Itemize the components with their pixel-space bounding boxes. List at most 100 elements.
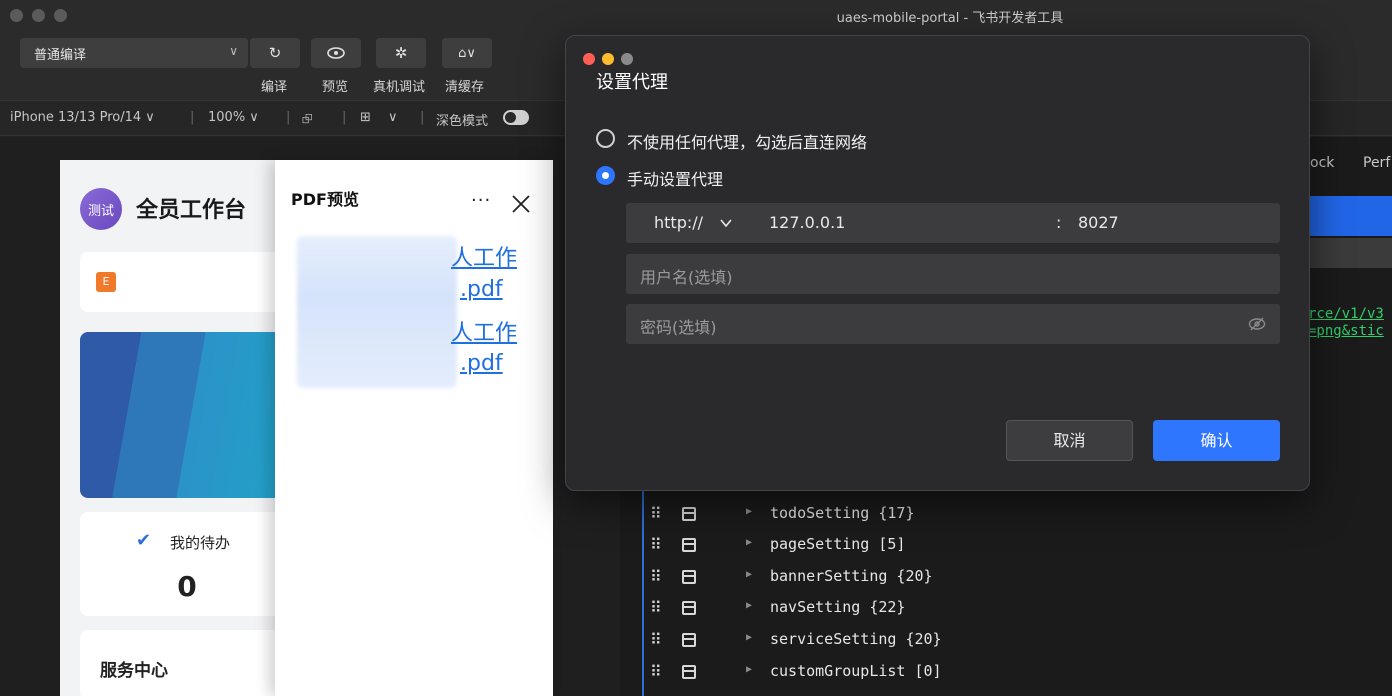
drag-handle-icon[interactable]: ⠿	[650, 567, 662, 586]
drag-handle-icon[interactable]: ⠿	[650, 598, 662, 617]
cancel-button[interactable]: 取消	[1006, 420, 1133, 461]
proxy-address-field: http:// 127.0.0.1 : 8027	[626, 203, 1280, 243]
dark-mode-toggle[interactable]	[503, 110, 529, 125]
page-title: 全员工作台	[136, 198, 247, 223]
tree-item-label: navSetting {22}	[770, 598, 906, 616]
eye-off-icon[interactable]	[1248, 316, 1266, 332]
selected-request-row[interactable]	[1308, 196, 1392, 236]
no-proxy-label[interactable]: 不使用任何代理，勾选后直连网络	[627, 129, 867, 153]
expand-arrow-icon[interactable]: ▶	[746, 569, 752, 580]
eye-icon	[327, 47, 345, 59]
bug-icon: ✲	[394, 44, 408, 62]
remote-debug-button[interactable]: ✲	[376, 38, 426, 68]
service-center-title: 服务中心	[100, 661, 168, 681]
tree-row[interactable]: ⠿ ▶ pageSetting [5]	[650, 535, 1150, 565]
object-icon	[682, 570, 696, 584]
pdf-link-1-line2[interactable]: .pdf	[460, 277, 520, 302]
refresh-icon: ↻	[268, 44, 282, 62]
tree-row[interactable]: ⠿ ▶ customGroupList [0]	[650, 662, 1150, 692]
tree-row[interactable]: ⠿ ▶ serviceSetting {20}	[650, 630, 1150, 660]
username-input[interactable]: 用户名(选填)	[626, 254, 1280, 294]
grid-icon[interactable]: ⊞	[360, 110, 371, 125]
tree-row[interactable]: ⠿ ▶ bannerSetting {20}	[650, 567, 1150, 597]
resource-url-link[interactable]: rce/v1/v3	[1308, 306, 1384, 322]
debug-label: 真机调试	[373, 80, 426, 95]
drag-handle-icon[interactable]: ⠿	[650, 662, 662, 681]
no-proxy-radio[interactable]	[596, 129, 615, 148]
manual-proxy-radio[interactable]	[596, 166, 615, 185]
drag-handle-icon[interactable]: ⠿	[650, 535, 662, 554]
username-placeholder: 用户名(选填)	[640, 268, 733, 287]
close-icon[interactable]	[509, 192, 533, 216]
pdf-preview-panel: PDF预览 ··· 人工作 .pdf 人工作 .pdf	[275, 160, 553, 696]
host-input[interactable]: 127.0.0.1	[769, 213, 845, 232]
todo-label: 我的待办	[170, 534, 231, 552]
pdf-link-1-line1[interactable]: 人工作	[297, 240, 517, 272]
drag-handle-icon[interactable]: ⠿	[650, 630, 662, 649]
tree-item-label: customGroupList [0]	[770, 662, 942, 680]
window-close-button[interactable]	[10, 9, 23, 22]
password-placeholder: 密码(选填)	[640, 318, 717, 337]
pdf-link-2-line1[interactable]: 人工作	[297, 315, 517, 347]
protocol-select[interactable]: http://	[654, 213, 703, 232]
tree-row[interactable]: ⠿ ▶ navSetting {22}	[650, 598, 1150, 628]
divider: |	[342, 110, 347, 125]
tree-item-label: pageSetting [5]	[770, 535, 906, 553]
compile-button[interactable]: ↻	[250, 38, 300, 68]
request-row[interactable]	[1308, 238, 1392, 268]
zoom-select[interactable]: 100% ∨	[208, 110, 259, 125]
more-icon[interactable]: ···	[471, 190, 491, 211]
chevron-down-icon: ∨	[229, 44, 238, 58]
compile-mode-value: 普通编译	[34, 48, 87, 63]
clear-cache-button[interactable]: ⌂∨	[442, 38, 492, 68]
expand-arrow-icon[interactable]: ▶	[746, 506, 752, 517]
avatar[interactable]: 测试	[80, 188, 122, 230]
pdf-preview-title: PDF预览	[291, 190, 359, 209]
devtools-tab[interactable]: ock	[1310, 155, 1334, 171]
divider: |	[190, 110, 195, 125]
tree-item-label: todoSetting {17}	[770, 504, 915, 522]
tree-guide-line	[642, 488, 644, 696]
divider: |	[420, 110, 425, 125]
todo-count: 0	[177, 570, 197, 603]
drag-handle-icon[interactable]: ⠿	[650, 504, 662, 523]
port-input[interactable]: 8027	[1078, 213, 1119, 232]
object-icon	[682, 538, 696, 552]
expand-arrow-icon[interactable]: ▶	[746, 664, 752, 675]
title-bar: uaes-mobile-portal - 飞书开发者工具	[0, 0, 1392, 32]
clear-cache-label: 清缓存	[445, 80, 485, 95]
window-minimize-button[interactable]	[32, 9, 45, 22]
expand-arrow-icon[interactable]: ▶	[746, 600, 752, 611]
preview-button[interactable]	[311, 38, 361, 68]
confirm-button[interactable]: 确认	[1153, 420, 1280, 461]
pdf-link-2-line2[interactable]: .pdf	[460, 351, 520, 376]
clear-cache-icon: ⌂∨	[458, 45, 476, 61]
compile-label: 编译	[261, 80, 288, 95]
window-zoom-button[interactable]	[54, 9, 67, 22]
device-select[interactable]: iPhone 13/13 Pro/14 ∨	[10, 110, 155, 125]
dialog-close-button[interactable]	[583, 53, 595, 65]
resource-url-link[interactable]: =png&stic	[1308, 323, 1384, 339]
compile-mode-select[interactable]: 普通编译 ∨	[20, 38, 248, 68]
password-input[interactable]: 密码(选填)	[626, 304, 1280, 344]
expand-arrow-icon[interactable]: ▶	[746, 537, 752, 548]
object-icon	[682, 665, 696, 679]
rotate-icon[interactable]: ⮺	[302, 110, 313, 132]
object-icon	[682, 633, 696, 647]
proxy-settings-dialog: 设置代理 不使用任何代理，勾选后直连网络 手动设置代理 http:// 127.…	[565, 35, 1310, 491]
window-title: uaes-mobile-portal - 飞书开发者工具	[836, 11, 1064, 26]
expand-arrow-icon[interactable]: ▶	[746, 632, 752, 643]
port-separator: :	[1056, 213, 1062, 232]
devtools-tab[interactable]: Perf	[1363, 155, 1390, 171]
chevron-down-icon[interactable]	[720, 217, 732, 229]
divider: |	[286, 110, 291, 125]
dialog-minimize-button[interactable]	[602, 53, 614, 65]
manual-proxy-label[interactable]: 手动设置代理	[627, 166, 723, 190]
checkmark-icon: ✔	[136, 530, 152, 551]
devtool-app: uaes-mobile-portal - 飞书开发者工具 普通编译 ∨ ↻ ✲ …	[0, 0, 1392, 696]
object-icon	[682, 507, 696, 521]
office-icon: E	[96, 272, 116, 292]
tree-item-label: serviceSetting {20}	[770, 630, 942, 648]
layout-select[interactable]: ∨	[388, 110, 398, 125]
tree-row[interactable]: ⠿ ▶ todoSetting {17}	[650, 504, 1150, 534]
